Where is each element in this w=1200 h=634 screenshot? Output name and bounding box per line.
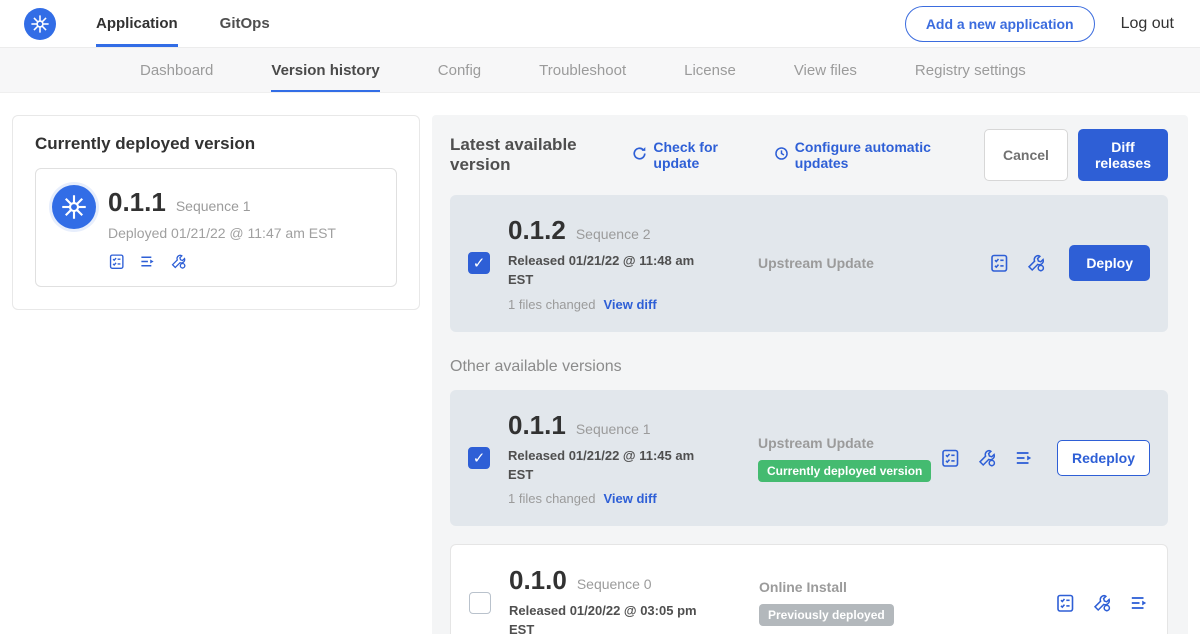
deployed-timestamp: Deployed 01/21/22 @ 11:47 am EST — [108, 225, 336, 241]
deploy-logs-icon[interactable] — [1129, 593, 1149, 613]
nav-tab-gitops[interactable]: GitOps — [220, 0, 270, 47]
app-icon — [52, 185, 96, 229]
preflight-checks-icon[interactable] — [1055, 593, 1075, 613]
cancel-button[interactable]: Cancel — [984, 129, 1068, 181]
sequence-label: Sequence 2 — [576, 226, 651, 242]
version-number: 0.1.1 — [508, 410, 566, 441]
check-for-update-label: Check for update — [653, 139, 749, 171]
subnav-item-license[interactable]: License — [684, 48, 736, 92]
logout-link[interactable]: Log out — [1121, 15, 1174, 33]
refresh-icon — [632, 146, 647, 164]
other-versions-title: Other available versions — [450, 358, 1168, 376]
app-subnav: Dashboard Version history Config Trouble… — [0, 48, 1200, 93]
configure-auto-updates-link[interactable]: Configure automatic updates — [774, 139, 960, 171]
redeploy-button[interactable]: Redeploy — [1057, 440, 1150, 476]
subnav-item-config[interactable]: Config — [438, 48, 481, 92]
view-diff-link[interactable]: View diff — [603, 297, 656, 312]
version-history-panel: Latest available version Check for updat… — [432, 115, 1188, 634]
add-new-application-button[interactable]: Add a new application — [905, 6, 1095, 42]
subnav-item-version-history[interactable]: Version history — [271, 48, 379, 92]
previously-deployed-badge: Previously deployed — [759, 604, 894, 626]
version-checkbox[interactable] — [468, 252, 490, 274]
subnav-item-troubleshoot[interactable]: Troubleshoot — [539, 48, 626, 92]
deploy-logs-icon[interactable] — [139, 253, 156, 270]
files-changed-label: 1 files changed — [508, 297, 595, 312]
subnav-item-registry-settings[interactable]: Registry settings — [915, 48, 1026, 92]
sequence-label: Sequence 1 — [576, 421, 651, 437]
configure-auto-updates-label: Configure automatic updates — [795, 139, 960, 171]
deployed-version-number: 0.1.1 — [108, 187, 166, 218]
preflight-checks-icon[interactable] — [940, 448, 960, 468]
version-source-label: Upstream Update — [758, 255, 989, 271]
view-diff-link[interactable]: View diff — [603, 491, 656, 506]
diff-releases-button[interactable]: Diff releases — [1078, 129, 1168, 181]
version-row-0-1-0: 0.1.0 Sequence 0 Released 01/20/22 @ 03:… — [450, 544, 1168, 634]
released-timestamp: Released 01/21/22 @ 11:48 am EST — [508, 252, 698, 290]
deployed-version-card: 0.1.1 Sequence 1 Deployed 01/21/22 @ 11:… — [35, 168, 397, 287]
version-source-label: Online Install — [759, 579, 1055, 595]
subnav-item-view-files[interactable]: View files — [794, 48, 857, 92]
config-icon[interactable] — [170, 253, 187, 270]
config-icon[interactable] — [977, 448, 997, 468]
subnav-item-dashboard[interactable]: Dashboard — [140, 48, 213, 92]
currently-deployed-badge: Currently deployed version — [758, 460, 931, 482]
deploy-button[interactable]: Deploy — [1069, 245, 1150, 281]
nav-tab-application[interactable]: Application — [96, 0, 178, 47]
version-checkbox[interactable] — [468, 447, 490, 469]
preflight-checks-icon[interactable] — [989, 253, 1009, 273]
version-row-0-1-2: 0.1.2 Sequence 2 Released 01/21/22 @ 11:… — [450, 195, 1168, 332]
latest-available-title: Latest available version — [450, 135, 616, 175]
version-checkbox[interactable] — [469, 592, 491, 614]
version-number: 0.1.0 — [509, 565, 567, 596]
sequence-label: Sequence 0 — [577, 576, 652, 592]
deploy-logs-icon[interactable] — [1014, 448, 1034, 468]
version-number: 0.1.2 — [508, 215, 566, 246]
version-source-label: Upstream Update — [758, 435, 940, 451]
clock-icon — [774, 146, 789, 164]
preflight-checks-icon[interactable] — [108, 253, 125, 270]
currently-deployed-title: Currently deployed version — [35, 134, 397, 154]
deployed-sequence-label: Sequence 1 — [176, 198, 251, 214]
released-timestamp: Released 01/21/22 @ 11:45 am EST — [508, 447, 698, 485]
files-changed-label: 1 files changed — [508, 491, 595, 506]
check-for-update-link[interactable]: Check for update — [632, 139, 749, 171]
version-row-0-1-1: 0.1.1 Sequence 1 Released 01/21/22 @ 11:… — [450, 390, 1168, 527]
config-icon[interactable] — [1092, 593, 1112, 613]
currently-deployed-panel: Currently deployed version 0.1.1 Sequenc… — [12, 115, 420, 310]
config-icon[interactable] — [1026, 253, 1046, 273]
kubernetes-logo-icon — [24, 8, 56, 40]
released-timestamp: Released 01/20/22 @ 03:05 pm EST — [509, 602, 699, 634]
top-navbar: Application GitOps Add a new application… — [0, 0, 1200, 48]
